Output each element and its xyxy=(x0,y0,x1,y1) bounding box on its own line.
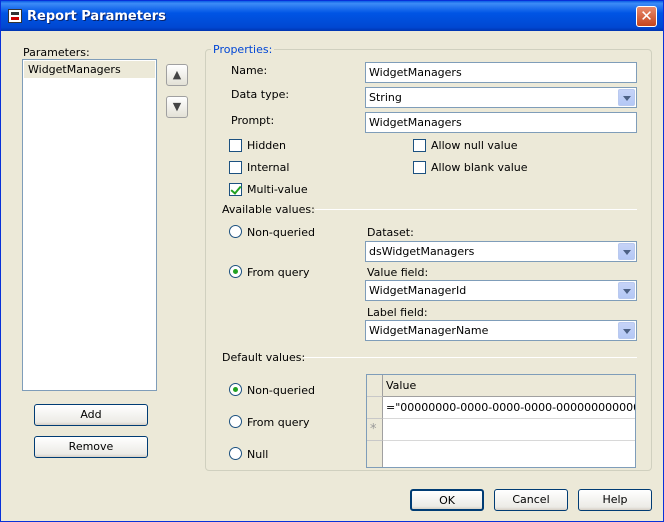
default-null-radio[interactable] xyxy=(229,447,242,460)
window-title: Report Parameters xyxy=(27,9,166,24)
available-nonqueried-label: Non-queried xyxy=(247,226,315,239)
move-up-arrow-icon[interactable]: ▲ xyxy=(166,64,188,86)
default-fromquery-label: From query xyxy=(247,416,310,429)
grid-empty-row-header xyxy=(367,441,383,467)
datatype-select[interactable]: String xyxy=(365,87,637,108)
value-field-value: WidgetManagerId xyxy=(369,284,467,297)
add-button[interactable]: Add xyxy=(34,404,148,426)
close-icon[interactable]: ✕ xyxy=(636,6,657,27)
grid-corner-header xyxy=(367,375,383,397)
dataset-label: Dataset: xyxy=(367,226,414,239)
grid-cell[interactable]: ="00000000-0000-0000-0000-000000000000" xyxy=(383,397,635,419)
allow-null-label: Allow null value xyxy=(431,139,518,152)
grid-row-header[interactable] xyxy=(367,397,383,419)
default-nonqueried-radio[interactable] xyxy=(229,383,242,396)
available-values-label: Available values: xyxy=(222,203,315,216)
list-item[interactable]: WidgetManagers xyxy=(24,61,155,78)
default-fromquery-radio[interactable] xyxy=(229,415,242,428)
label-field-label: Label field: xyxy=(367,306,428,319)
chevron-down-icon[interactable] xyxy=(618,89,635,106)
default-values-divider xyxy=(303,357,637,358)
internal-checkbox[interactable] xyxy=(229,161,242,174)
allow-blank-checkbox[interactable] xyxy=(413,161,426,174)
dataset-value: dsWidgetManagers xyxy=(369,245,475,258)
parameters-list[interactable]: WidgetManagers xyxy=(22,59,157,391)
default-null-label: Null xyxy=(247,448,269,461)
new-row-icon: * xyxy=(370,422,377,437)
default-nonqueried-label: Non-queried xyxy=(247,384,315,397)
allow-null-checkbox[interactable] xyxy=(413,139,426,152)
chevron-down-icon[interactable] xyxy=(618,282,635,299)
ok-button[interactable]: OK xyxy=(410,489,484,511)
value-field-select[interactable]: WidgetManagerId xyxy=(365,280,637,301)
chevron-down-icon[interactable] xyxy=(618,243,635,260)
multivalue-checkbox[interactable] xyxy=(229,183,242,196)
title-bar[interactable]: Report Parameters ✕ xyxy=(1,1,663,31)
report-parameters-app-icon xyxy=(8,9,22,23)
hidden-checkbox[interactable] xyxy=(229,139,242,152)
name-field[interactable]: WidgetManagers xyxy=(365,62,637,83)
help-button[interactable]: Help xyxy=(578,489,652,511)
properties-group-title: Properties: xyxy=(211,43,275,56)
label-field-select[interactable]: WidgetManagerName xyxy=(365,320,637,341)
available-nonqueried-radio[interactable] xyxy=(229,225,242,238)
prompt-field[interactable]: WidgetManagers xyxy=(365,112,637,133)
internal-label: Internal xyxy=(247,161,290,174)
chevron-down-icon[interactable] xyxy=(618,322,635,339)
default-values-grid[interactable]: Value ="00000000-0000-0000-0000-00000000… xyxy=(366,374,636,468)
move-down-arrow-icon[interactable]: ▼ xyxy=(166,96,188,118)
datatype-value: String xyxy=(369,91,402,104)
report-parameters-dialog: Report Parameters ✕ Parameters: WidgetMa… xyxy=(0,0,664,522)
name-label: Name: xyxy=(231,64,268,77)
available-fromquery-label: From query xyxy=(247,266,310,279)
allow-blank-label: Allow blank value xyxy=(431,161,528,174)
available-fromquery-radio[interactable] xyxy=(229,265,242,278)
datatype-label: Data type: xyxy=(231,88,290,101)
dataset-select[interactable]: dsWidgetManagers xyxy=(365,241,637,262)
available-values-divider xyxy=(315,209,637,210)
grid-new-row-header[interactable]: * xyxy=(367,419,383,441)
remove-button[interactable]: Remove xyxy=(34,436,148,458)
multivalue-label: Multi-value xyxy=(247,183,308,196)
default-values-label: Default values: xyxy=(222,351,306,364)
label-field-value: WidgetManagerName xyxy=(369,324,489,337)
parameters-label: Parameters: xyxy=(23,46,90,59)
value-field-label: Value field: xyxy=(367,266,429,279)
cancel-button[interactable]: Cancel xyxy=(494,489,568,511)
grid-column-header: Value xyxy=(383,375,635,397)
hidden-label: Hidden xyxy=(247,139,287,152)
grid-new-cell[interactable] xyxy=(383,419,635,441)
prompt-label: Prompt: xyxy=(231,114,275,127)
